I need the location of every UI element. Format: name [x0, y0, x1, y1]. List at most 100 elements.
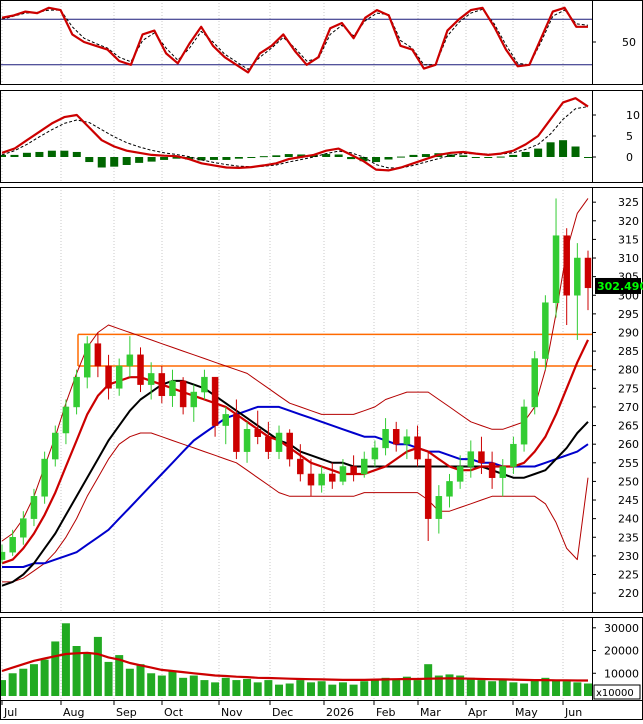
volume-bar — [488, 681, 497, 696]
candle-down — [414, 436, 421, 460]
macd-histogram-bar — [322, 154, 331, 157]
volume-bar — [275, 684, 284, 696]
candle-up — [222, 414, 229, 426]
x-label-nov: Nov — [221, 706, 243, 719]
macd-histogram-bar — [409, 154, 418, 157]
candle-down — [158, 373, 166, 397]
volume-bar — [392, 678, 401, 696]
candle-down — [94, 343, 102, 367]
candle-down — [137, 354, 144, 385]
candle-up — [201, 376, 208, 393]
macd-histogram-bar — [97, 157, 106, 168]
volume-bar — [83, 652, 92, 696]
volume-bar — [211, 682, 220, 696]
price-ytick-label: 250 — [618, 475, 639, 488]
x-label-oct: Oct — [164, 706, 184, 719]
macd-histogram-bar — [234, 157, 243, 159]
macd-histogram-bar — [60, 150, 69, 157]
macd-histogram-bar — [571, 146, 580, 157]
candle-up — [552, 235, 560, 303]
price-ytick-label: 220 — [618, 587, 639, 600]
x-label-2026: 2026 — [326, 706, 354, 719]
x-label-mar: Mar — [420, 706, 441, 719]
volume-bar — [253, 682, 262, 696]
macd-ytick-label: 0 — [626, 151, 633, 164]
volume-bar — [179, 677, 188, 696]
price-ytick-label: 275 — [618, 382, 639, 395]
volume-bar — [413, 680, 422, 696]
volume-bar — [306, 682, 315, 696]
volume-bar — [51, 641, 60, 696]
volume-bar — [424, 664, 433, 696]
volume-bar — [296, 680, 305, 696]
volume-bar — [147, 673, 156, 696]
volume-bar — [552, 680, 561, 696]
price-ytick-label: 280 — [618, 364, 639, 377]
candle-down — [179, 380, 187, 408]
candle-up — [510, 443, 517, 467]
x-label-jul: Jul — [3, 706, 17, 719]
candle-up — [318, 473, 325, 486]
candle-down — [584, 257, 592, 289]
macd-histogram-bar — [372, 157, 381, 163]
volume-bar — [61, 623, 70, 696]
x-label-sep: Sep — [116, 706, 137, 719]
candle-down — [233, 414, 240, 452]
volume-bar — [40, 659, 49, 696]
candle-up — [339, 466, 347, 482]
macd-histogram-bar — [135, 157, 144, 163]
price-ytick-label: 245 — [618, 494, 639, 507]
candle-up — [456, 466, 464, 482]
x-label-dec: Dec — [272, 706, 293, 719]
candle-down — [307, 473, 315, 486]
candle-up — [382, 429, 389, 449]
candle-up — [403, 436, 411, 445]
volume-bar — [498, 680, 507, 696]
volume-bar — [104, 661, 113, 696]
macd-histogram-bar — [284, 154, 293, 157]
candle-down — [478, 451, 485, 464]
x-label-feb: Feb — [376, 706, 395, 719]
price-ytick-label: 315 — [618, 233, 639, 246]
macd-ytick-label: 5 — [626, 130, 633, 143]
volume-bar — [285, 683, 294, 696]
volume-bar — [157, 675, 166, 696]
volume-bar — [19, 668, 28, 696]
volume-unit-label: x10000 — [596, 688, 634, 699]
volume-bar — [573, 682, 582, 696]
candle-down — [350, 466, 357, 475]
macd-histogram-bar — [496, 156, 505, 158]
candle-down — [254, 429, 261, 437]
volume-bar — [29, 664, 38, 696]
candle-up — [531, 358, 538, 408]
volume-bar — [466, 677, 475, 696]
macd-histogram-bar — [10, 154, 19, 157]
price-ytick-label: 325 — [618, 196, 639, 209]
candle-up — [446, 481, 453, 497]
price-ytick-label: 295 — [618, 308, 639, 321]
candle-up — [62, 406, 70, 434]
volume-ytick-label: 20000 — [604, 645, 639, 658]
candle-up — [275, 432, 283, 452]
candle-down — [329, 473, 336, 482]
macd-histogram-bar — [396, 156, 405, 158]
candle-up — [435, 496, 443, 519]
volume-bar — [243, 678, 252, 696]
candle-down — [105, 365, 112, 389]
candle-up — [520, 406, 528, 445]
price-ytick-label: 260 — [618, 438, 639, 451]
volume-bar — [562, 681, 571, 696]
candle-up — [499, 466, 507, 478]
macd-histogram-bar — [247, 157, 256, 158]
macd-histogram-bar — [147, 157, 156, 162]
macd-histogram-bar — [384, 157, 393, 160]
candle-up — [361, 458, 368, 475]
price-ytick-label: 240 — [618, 513, 639, 526]
stoch-ytick-label: 50 — [622, 36, 636, 49]
x-label-apr: Apr — [468, 706, 488, 719]
candle-up — [169, 380, 176, 397]
stock-technical-chart: Jul Aug Sep Oct Nov Dec 2026 Feb Mar Apr May Jun501… — [0, 0, 643, 720]
macd-histogram-bar — [459, 155, 468, 157]
price-ytick-label: 290 — [618, 326, 639, 339]
volume-bar — [477, 680, 486, 696]
